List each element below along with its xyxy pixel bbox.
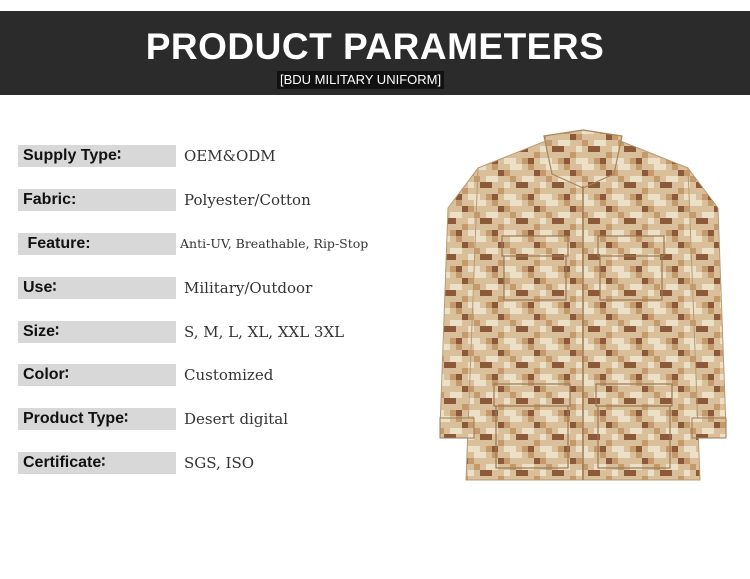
param-row-supply-type: Supply Type∶ OEM&ODM [18,145,438,167]
param-value: Polyester/Cotton [184,191,311,209]
param-row-fabric: Fabric: Polyester/Cotton [18,189,438,211]
product-image-jacket [438,128,728,484]
param-row-use: Use∶ Military/Outdoor [18,277,438,299]
param-label: Feature: [18,233,176,255]
param-value: SGS, ISO [184,454,255,472]
param-value: Anti-UV, Breathable, Rip-Stop [180,236,369,251]
param-row-feature: Feature: Anti-UV, Breathable, Rip-Stop [18,233,438,255]
param-label: Product Type∶ [18,408,176,430]
param-value: Customized [184,366,274,384]
param-row-size: Size∶ S, M, L, XL, XXL 3XL [18,321,438,343]
param-label: Certificate∶ [18,452,176,474]
param-label: Size∶ [18,321,176,343]
param-value: S, M, L, XL, XXL 3XL [184,323,345,341]
page-title: PRODUCT PARAMETERS [145,26,605,67]
header-notch [366,95,384,106]
param-label: Use∶ [18,277,176,299]
param-row-certificate: Certificate∶ SGS, ISO [18,452,438,474]
param-value: Desert digital [184,410,289,428]
param-row-color: Color∶ Customized [18,364,438,386]
param-label: Fabric: [18,189,176,211]
param-value: Military/Outdoor [184,279,313,297]
param-row-product-type: Product Type∶ Desert digital [18,408,438,430]
param-label: Color∶ [18,364,176,386]
param-label: Supply Type∶ [18,145,176,167]
page-subtitle: [BDU MILITARY UNIFORM] [277,71,445,89]
header-banner: PRODUCT PARAMETERS [BDU MILITARY UNIFORM… [0,11,750,106]
camo-jacket-illustration [439,129,727,481]
param-value: OEM&ODM [184,147,276,165]
